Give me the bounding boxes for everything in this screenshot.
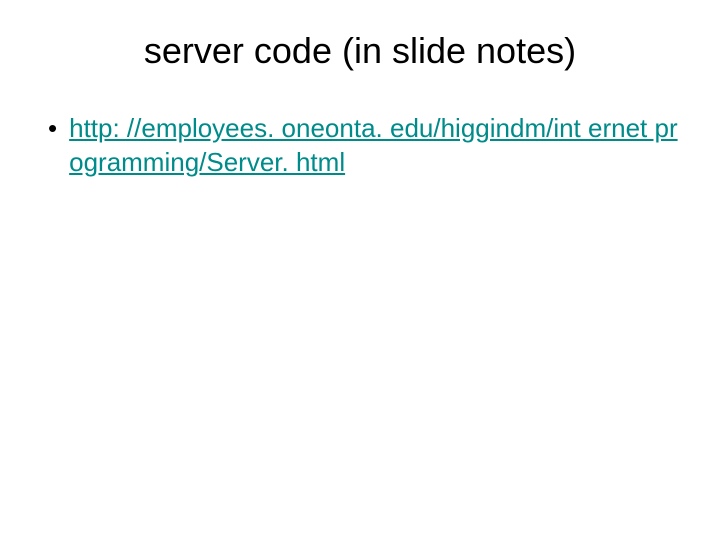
server-code-link[interactable]: http: //employees. oneonta. edu/higgindm… <box>69 112 680 180</box>
list-item: • http: //employees. oneonta. edu/higgin… <box>40 112 680 180</box>
bullet-marker: • <box>48 112 57 146</box>
slide-title: server code (in slide notes) <box>40 30 680 72</box>
bullet-list: • http: //employees. oneonta. edu/higgin… <box>40 112 680 180</box>
slide-container: server code (in slide notes) • http: //e… <box>0 0 720 540</box>
